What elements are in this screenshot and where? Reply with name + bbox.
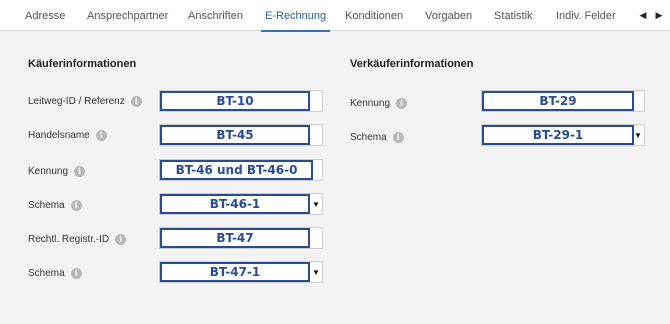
leitweg-id-field[interactable]: BT-10 xyxy=(159,90,323,112)
tab-indiv-felder[interactable]: Indiv. Felder xyxy=(556,0,616,31)
field-value: BT-29 xyxy=(482,91,634,111)
field-value: BT-10 xyxy=(160,91,310,111)
tab-label: Konditionen xyxy=(345,10,404,22)
info-icon[interactable]: i xyxy=(70,267,82,279)
tab-label: Statistik xyxy=(494,10,533,22)
tab-label: E-Rechnung xyxy=(265,10,327,22)
chevron-down-icon[interactable]: ▼ xyxy=(310,194,322,214)
field-value: BT-46-1 xyxy=(160,194,310,214)
registr-id-label: Rechtl. Registr.-ID i xyxy=(28,232,127,246)
tab-label: Indiv. Felder xyxy=(556,10,616,22)
info-icon[interactable]: i xyxy=(392,131,404,143)
tab-label: Ansprechpartner xyxy=(87,10,169,22)
seller-schema-select[interactable]: BT-29-1 ▼ xyxy=(481,124,645,146)
tab-bar: Adresse Ansprechpartner Anschriften E-Re… xyxy=(0,0,670,32)
tab-konditionen[interactable]: Konditionen xyxy=(345,0,403,31)
field-label: Rechtl. Registr.-ID xyxy=(28,233,110,245)
field-value: BT-45 xyxy=(160,125,310,145)
schema-select[interactable]: BT-46-1 ▼ xyxy=(159,193,323,215)
schema-select[interactable]: BT-47-1 ▼ xyxy=(159,261,323,283)
info-icon[interactable]: i xyxy=(130,95,142,107)
chevron-down-icon[interactable]: ▼ xyxy=(310,262,322,282)
tab-anschriften[interactable]: Anschriften xyxy=(188,0,243,31)
chevron-down-icon[interactable]: ▼ xyxy=(632,125,644,145)
tab-vorgaben[interactable]: Vorgaben xyxy=(425,0,472,31)
field-label: Schema xyxy=(350,131,387,143)
tab-scroll-left-icon[interactable]: ◀ xyxy=(636,8,650,22)
seller-kennung-label: Kennung i xyxy=(350,96,408,110)
field-value: BT-47 xyxy=(160,228,310,248)
kennung-field[interactable]: BT-46 und BT-46-0 xyxy=(159,159,323,181)
info-icon[interactable]: i xyxy=(396,97,408,109)
tab-adresse[interactable]: Adresse xyxy=(25,0,65,31)
info-icon[interactable]: i xyxy=(115,233,127,245)
field-label: Handelsname xyxy=(28,129,90,141)
tab-statistik[interactable]: Statistik xyxy=(494,0,533,31)
field-value: BT-29-1 xyxy=(482,125,634,145)
tab-label: Vorgaben xyxy=(425,10,473,22)
field-label: Kennung xyxy=(350,97,391,109)
field-label: Kennung xyxy=(28,165,69,177)
field-label: Leitweg-ID / Referenz xyxy=(28,95,125,107)
seller-kennung-field[interactable]: BT-29 xyxy=(481,90,645,112)
tab-ansprechpartner[interactable]: Ansprechpartner xyxy=(87,0,168,31)
seller-schema-label: Schema i xyxy=(350,130,404,144)
tab-e-rechnung[interactable]: E-Rechnung xyxy=(260,0,331,32)
handelsname-label: Handelsname i xyxy=(28,128,107,142)
tab-scroll-right-icon[interactable]: ▶ xyxy=(652,8,666,22)
field-value: BT-46 und BT-46-0 xyxy=(160,160,313,180)
info-icon[interactable]: i xyxy=(95,129,107,141)
info-icon[interactable]: i xyxy=(74,165,86,177)
schema-label: Schema i xyxy=(28,198,82,212)
kennung-label: Kennung i xyxy=(28,164,86,178)
tab-label: Anschriften xyxy=(188,10,244,22)
field-label: Schema xyxy=(28,199,65,211)
field-label: Schema xyxy=(28,267,65,279)
registr-id-field[interactable]: BT-47 xyxy=(159,227,323,249)
info-icon[interactable]: i xyxy=(70,199,82,211)
handelsname-field[interactable]: BT-45 xyxy=(159,124,323,146)
seller-section-title: Verkäuferinformationen xyxy=(350,58,474,70)
schema-label: Schema i xyxy=(28,266,82,280)
buyer-section-title: Käuferinformationen xyxy=(28,58,137,70)
tab-label: Adresse xyxy=(25,10,66,22)
field-value: BT-47-1 xyxy=(160,262,310,282)
leitweg-id-label: Leitweg-ID / Referenz i xyxy=(28,94,142,108)
